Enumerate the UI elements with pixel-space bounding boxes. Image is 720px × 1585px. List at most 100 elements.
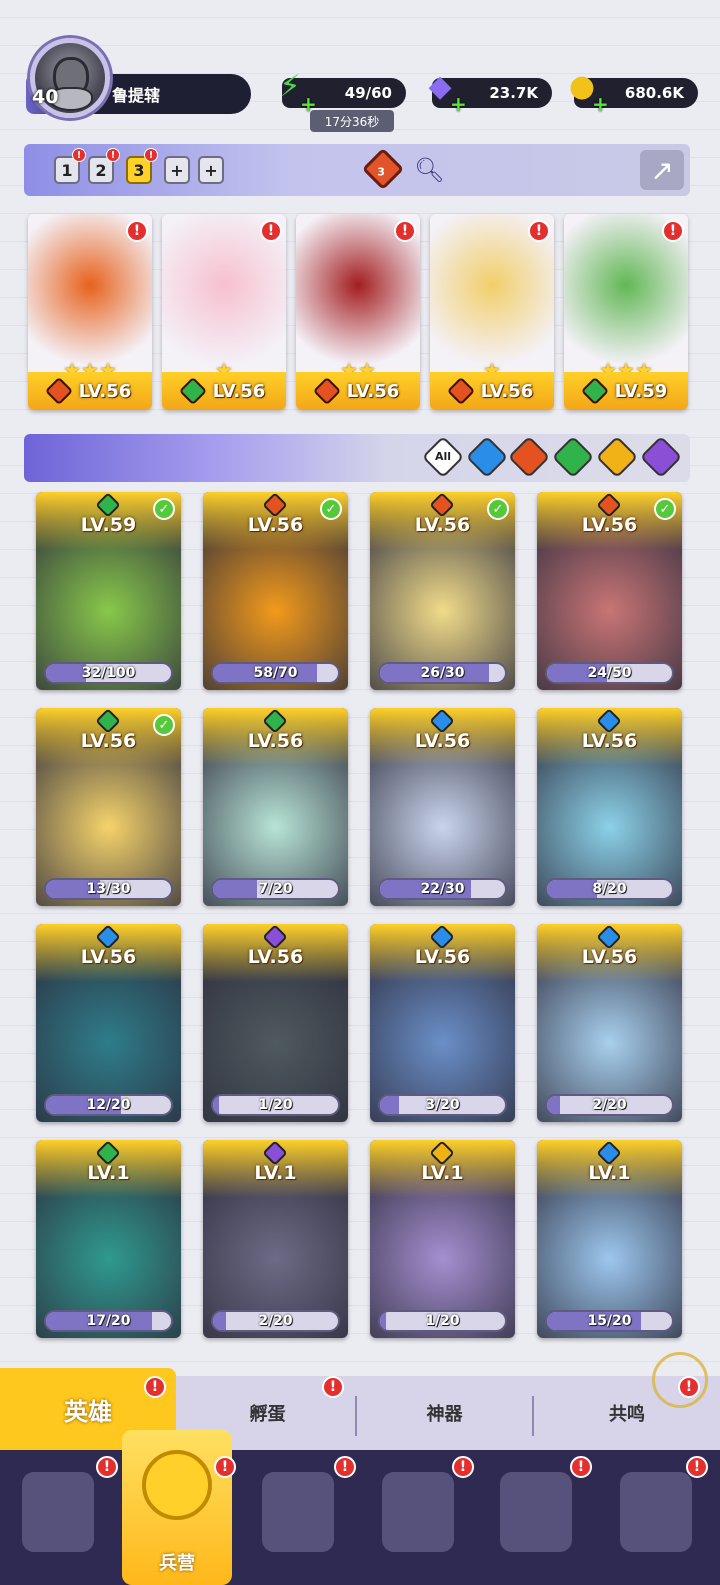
shard-progress-text: 58/70: [253, 665, 298, 681]
shard-progress-text: 8/20: [592, 881, 627, 897]
wood-element-icon: [178, 376, 207, 406]
fire-element-icon: [446, 376, 475, 406]
shard-progress: 2/20: [211, 1310, 340, 1332]
hero-level: LV.56: [212, 380, 266, 402]
cards-nav-icon[interactable]: [22, 1472, 94, 1552]
alert-icon: !: [106, 148, 120, 162]
hero-level: LV.56: [346, 380, 400, 402]
shard-progress: 8/20: [545, 878, 674, 900]
hero-level: LV.56: [414, 946, 471, 968]
hero-level: LV.56: [247, 946, 304, 968]
gem-counter[interactable]: ◆ + 23.7K: [428, 69, 552, 116]
hero-level: LV.56: [581, 514, 638, 536]
alert-icon: !: [662, 220, 684, 242]
shop-nav-icon[interactable]: [620, 1472, 692, 1552]
hero-card[interactable]: LV.1 1/20: [370, 1140, 515, 1338]
alert-icon: !: [96, 1456, 118, 1478]
hero-level: LV.1: [87, 1162, 130, 1184]
alert-icon: !: [144, 1376, 166, 1398]
hero-card[interactable]: LV.56 1/20: [203, 924, 348, 1122]
shard-progress: 7/20: [211, 878, 340, 900]
alert-icon: !: [214, 1456, 236, 1478]
shard-progress-text: 3/20: [425, 1097, 460, 1113]
team-add-slot[interactable]: +: [164, 156, 190, 184]
hero-level: LV.56: [414, 514, 471, 536]
team-hero-card[interactable]: ★ LV.56!: [430, 214, 554, 410]
share-icon[interactable]: ↗: [640, 150, 684, 190]
hero-card[interactable]: ✓ LV.56 26/30: [370, 492, 515, 690]
fire-element-icon: [312, 376, 341, 406]
hero-level: LV.56: [78, 380, 132, 402]
team-selector-bar: [24, 144, 690, 196]
player-level: 40: [32, 86, 59, 108]
hero-level: LV.56: [80, 946, 137, 968]
alert-icon: !: [144, 148, 158, 162]
shard-progress-text: 24/50: [587, 665, 632, 681]
shard-progress-text: 7/20: [258, 881, 293, 897]
alert-icon: !: [334, 1456, 356, 1478]
shard-progress-text: 15/20: [587, 1313, 632, 1329]
hero-level: LV.1: [254, 1162, 297, 1184]
gold-counter[interactable]: ● + 680.6K: [569, 69, 698, 116]
shard-progress-text: 26/30: [420, 665, 465, 681]
hero-card[interactable]: ✓ LV.56 58/70: [203, 492, 348, 690]
castle-nav-icon[interactable]: [382, 1472, 454, 1552]
hero-card[interactable]: LV.1 15/20: [537, 1140, 682, 1338]
shard-progress: 1/20: [378, 1310, 507, 1332]
team-hero-card[interactable]: ★★★ LV.59!: [564, 214, 688, 410]
hero-card[interactable]: LV.56 2/20: [537, 924, 682, 1122]
shard-progress-text: 32/100: [81, 665, 136, 681]
hero-level-bar: LV.56: [28, 372, 152, 410]
shard-progress-text: 13/30: [86, 881, 131, 897]
tab-artifacts[interactable]: 神器: [357, 1376, 532, 1450]
barracks-nav[interactable]: 兵营: [122, 1430, 232, 1585]
alert-icon: !: [678, 1376, 700, 1398]
barracks-label: 兵营: [159, 1553, 195, 1574]
team-hero-card[interactable]: ★ LV.56!: [162, 214, 286, 410]
search-icon[interactable]: 🔍︎: [414, 156, 444, 184]
hero-level: LV.56: [581, 730, 638, 752]
hero-level: LV.1: [421, 1162, 464, 1184]
shard-progress-text: 12/20: [86, 1097, 131, 1113]
hero-level-bar: LV.56: [430, 372, 554, 410]
hero-card[interactable]: LV.56 8/20: [537, 708, 682, 906]
hero-card[interactable]: LV.1 17/20: [36, 1140, 181, 1338]
hero-card[interactable]: LV.1 2/20: [203, 1140, 348, 1338]
hero-level: LV.1: [588, 1162, 631, 1184]
alert-icon: !: [686, 1456, 708, 1478]
team-hero-card[interactable]: ★★★ LV.56!: [28, 214, 152, 410]
hero-level-bar: LV.59: [564, 372, 688, 410]
hero-level: LV.56: [581, 946, 638, 968]
shard-progress: 15/20: [545, 1310, 674, 1332]
add-gold-icon[interactable]: +: [592, 92, 609, 116]
shard-progress: 22/30: [378, 878, 507, 900]
alert-icon: !: [322, 1376, 344, 1398]
guild-nav-icon[interactable]: [500, 1472, 572, 1552]
add-gems-icon[interactable]: +: [450, 92, 467, 116]
hero-level: LV.59: [80, 514, 137, 536]
wood-element-icon: [580, 376, 609, 406]
shard-progress-text: 17/20: [86, 1313, 131, 1329]
gold-value: 680.6K: [624, 84, 684, 102]
shard-progress: 13/30: [44, 878, 173, 900]
hero-card[interactable]: ✓ LV.56 13/30: [36, 708, 181, 906]
hero-level: LV.59: [614, 380, 668, 402]
hero-card[interactable]: LV.56 7/20: [203, 708, 348, 906]
team-add-slot[interactable]: +: [198, 156, 224, 184]
barracks-icon: [142, 1450, 212, 1520]
energy-counter[interactable]: ⚡ + 49/60: [279, 69, 406, 116]
hero-card[interactable]: LV.56 12/20: [36, 924, 181, 1122]
alert-icon: !: [126, 220, 148, 242]
hero-card[interactable]: ✓ LV.56 24/50: [537, 492, 682, 690]
hero-level: LV.56: [414, 730, 471, 752]
hero-card[interactable]: LV.56 3/20: [370, 924, 515, 1122]
team-hero-card[interactable]: ★★ LV.56!: [296, 214, 420, 410]
shard-progress: 3/20: [378, 1094, 507, 1116]
shard-progress: 12/20: [44, 1094, 173, 1116]
hero-card[interactable]: LV.56 22/30: [370, 708, 515, 906]
hero-card[interactable]: ✓ LV.59 32/100: [36, 492, 181, 690]
book-nav-icon[interactable]: [262, 1472, 334, 1552]
hero-level-bar: LV.56: [162, 372, 286, 410]
alert-icon: !: [260, 220, 282, 242]
element-count: 3: [377, 165, 385, 179]
